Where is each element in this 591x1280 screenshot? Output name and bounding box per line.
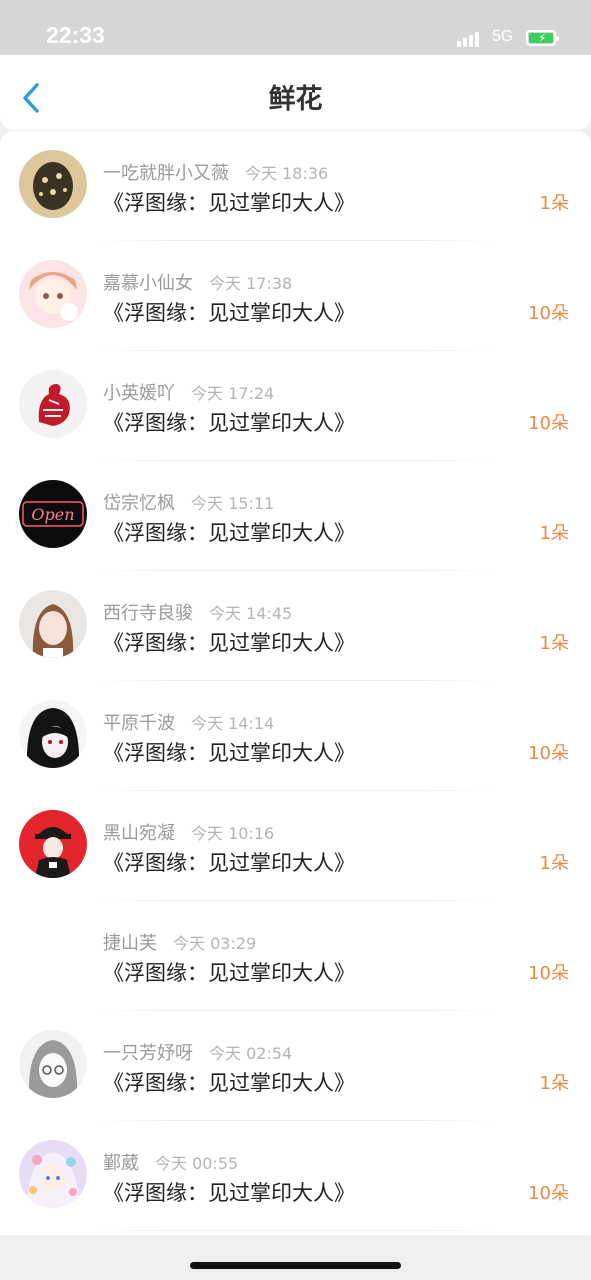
- gift-time: 今天 15:11: [191, 494, 275, 513]
- svg-text:Open: Open: [31, 505, 74, 524]
- list-item[interactable]: 一只芳妤呀 今天 02:54 《浮图缘：见过掌印大人》 1朵: [0, 1011, 591, 1121]
- flower-gift-list: 一吃就胖小又薇 今天 18:36 《浮图缘：见过掌印大人》 1朵 嘉慕小仙女 今天 …: [0, 131, 591, 1235]
- list-item[interactable]: 平原千波 今天 14:14 《浮图缘：见过掌印大人》 10朵: [0, 681, 591, 791]
- list-item[interactable]: 嘉慕小仙女 今天 17:38 《浮图缘：见过掌印大人》 10朵: [0, 241, 591, 351]
- user-name: 一吃就胖小又薇 今天 18:36: [103, 163, 329, 184]
- avatar[interactable]: [19, 920, 87, 988]
- user-name: 西行寺良骏 今天 14:45: [103, 603, 293, 624]
- gift-time: 今天 17:24: [191, 384, 275, 403]
- battery-icon: ⚡: [526, 30, 559, 46]
- gift-time: 今天 18:36: [245, 164, 329, 183]
- flower-count: 1朵: [539, 633, 569, 654]
- book-title: 《浮图缘：见过掌印大人》: [103, 521, 355, 545]
- flower-count: 10朵: [528, 303, 569, 324]
- avatar[interactable]: Open: [19, 480, 87, 548]
- signal-icon: [457, 29, 484, 47]
- gift-time: 今天 14:14: [191, 714, 275, 733]
- gift-time: 今天 17:38: [209, 274, 293, 293]
- book-title: 《浮图缘：见过掌印大人》: [103, 301, 355, 325]
- list-item[interactable]: 小英媛吖 今天 17:24 《浮图缘：见过掌印大人》 10朵: [0, 351, 591, 461]
- status-time: 22:33: [46, 22, 105, 48]
- avatar[interactable]: [19, 1140, 87, 1208]
- avatar[interactable]: [19, 700, 87, 768]
- list-item[interactable]: Open 岱宗忆枫 今天 15:11 《浮图缘：见过掌印大人》 1朵: [0, 461, 591, 571]
- book-title: 《浮图缘：见过掌印大人》: [103, 851, 355, 875]
- gift-time: 今天 00:55: [155, 1154, 239, 1173]
- page-title: 鲜花: [268, 84, 323, 115]
- list-item[interactable]: 西行寺良骏 今天 14:45 《浮图缘：见过掌印大人》 1朵: [0, 571, 591, 681]
- flower-count: 1朵: [539, 1073, 569, 1094]
- flower-count: 10朵: [528, 743, 569, 764]
- user-name: 鄞葳 今天 00:55: [103, 1153, 239, 1174]
- list-item[interactable]: 一吃就胖小又薇 今天 18:36 《浮图缘：见过掌印大人》 1朵: [0, 131, 591, 241]
- avatar[interactable]: [19, 260, 87, 328]
- bottom-safe-area: [0, 1235, 591, 1280]
- gift-time: 今天 03:29: [173, 934, 257, 953]
- flower-count: 10朵: [528, 413, 569, 434]
- user-name: 岱宗忆枫 今天 15:11: [103, 493, 275, 514]
- gift-time: 今天 02:54: [209, 1044, 293, 1063]
- book-title: 《浮图缘：见过掌印大人》: [103, 191, 355, 215]
- user-name: 一只芳妤呀 今天 02:54: [103, 1043, 293, 1064]
- flower-count: 10朵: [528, 1183, 569, 1204]
- avatar[interactable]: [19, 370, 87, 438]
- user-name: 小英媛吖 今天 17:24: [103, 383, 275, 404]
- book-title: 《浮图缘：见过掌印大人》: [103, 1181, 355, 1205]
- list-item[interactable]: 鄞葳 今天 00:55 《浮图缘：见过掌印大人》 10朵: [0, 1121, 591, 1231]
- network-label: 5G: [492, 28, 514, 45]
- status-bar: 22:33 5G ⚡: [0, 0, 591, 55]
- list-item[interactable]: 黑山宛凝 今天 10:16 《浮图缘：见过掌印大人》 1朵: [0, 791, 591, 901]
- avatar[interactable]: [19, 810, 87, 878]
- flower-count: 1朵: [539, 853, 569, 874]
- flower-count: 10朵: [528, 963, 569, 984]
- user-name: 平原千波 今天 14:14: [103, 713, 275, 734]
- avatar[interactable]: [19, 1030, 87, 1098]
- avatar[interactable]: [19, 590, 87, 658]
- book-title: 《浮图缘：见过掌印大人》: [103, 631, 355, 655]
- home-indicator[interactable]: [190, 1262, 401, 1269]
- book-title: 《浮图缘：见过掌印大人》: [103, 741, 355, 765]
- user-name: 嘉慕小仙女 今天 17:38: [103, 273, 293, 294]
- book-title: 《浮图缘：见过掌印大人》: [103, 411, 355, 435]
- gift-time: 今天 10:16: [191, 824, 275, 843]
- nav-bar: 鲜花: [0, 55, 591, 130]
- user-name: 黑山宛凝 今天 10:16: [103, 823, 275, 844]
- list-item[interactable]: 捷山芙 今天 03:29 《浮图缘：见过掌印大人》 10朵: [0, 901, 591, 1011]
- flower-count: 1朵: [539, 523, 569, 544]
- flower-count: 1朵: [539, 193, 569, 214]
- book-title: 《浮图缘：见过掌印大人》: [103, 961, 355, 985]
- user-name: 捷山芙 今天 03:29: [103, 933, 257, 954]
- avatar[interactable]: [19, 150, 87, 218]
- gift-time: 今天 14:45: [209, 604, 293, 623]
- book-title: 《浮图缘：见过掌印大人》: [103, 1071, 355, 1095]
